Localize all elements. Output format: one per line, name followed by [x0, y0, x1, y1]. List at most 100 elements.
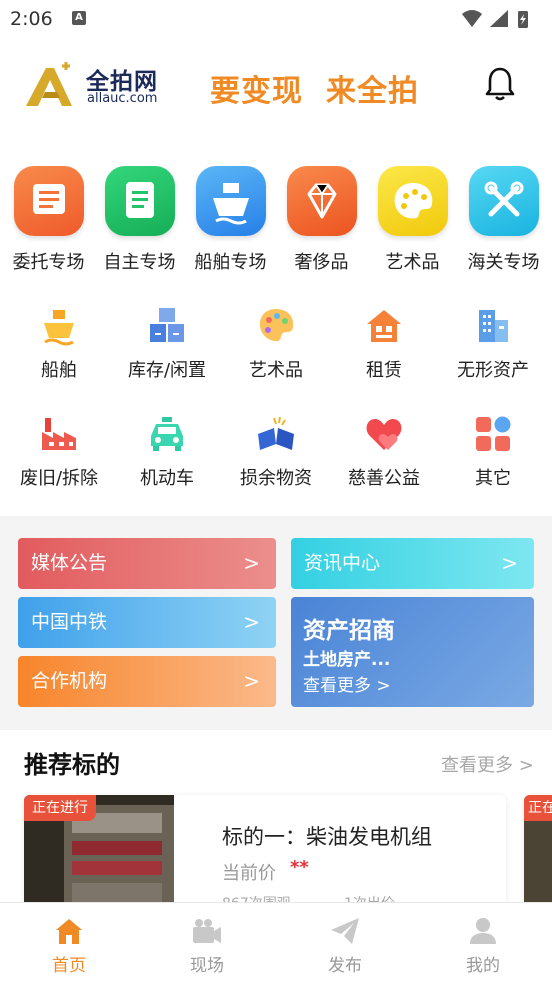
category-customs[interactable]: 海关专场 — [458, 166, 549, 274]
category-label: 机动车 — [140, 468, 194, 489]
button-label: 媒体公告 — [31, 552, 108, 574]
status-bar: 2:06 A — [0, 0, 552, 38]
recommended-item-card[interactable]: 正在进行 标的一：柴油发电机组 当前价 ** 867次围观 1次出价 — [24, 795, 506, 915]
category-luxury[interactable]: 奢侈品 — [276, 166, 367, 274]
status-time: 2:06 — [10, 8, 53, 30]
nav-label: 现场 — [190, 956, 224, 976]
category-label: 自主专场 — [103, 252, 176, 273]
status-indicators-icon — [462, 10, 528, 28]
current-price-label: 当前价 — [222, 863, 276, 884]
category-grid-row-1: 船舶 库存/闲置 艺术品 租赁 无形资产 — [0, 306, 552, 386]
nav-live[interactable]: 现场 — [167, 917, 247, 976]
grid-icon — [473, 414, 513, 454]
recommended-title: 推荐标的 — [24, 751, 120, 779]
category-charity[interactable]: 慈善公益 — [329, 414, 439, 490]
chevron-right-icon: > — [243, 669, 260, 693]
category-art-special[interactable]: 艺术品 — [367, 166, 458, 274]
home-icon — [54, 917, 84, 945]
category-inventory[interactable]: 库存/闲置 — [112, 306, 222, 382]
slogan-part-2: 来全拍 — [326, 74, 419, 109]
status-badge: 正在 — [524, 795, 552, 821]
nav-home[interactable]: 首页 — [29, 917, 109, 976]
video-camera-icon — [192, 917, 222, 945]
house-icon — [364, 306, 404, 346]
asset-card-more-link[interactable]: 查看更多 > — [303, 671, 391, 696]
button-label: 合作机构 — [31, 670, 108, 692]
category-label: 海关专场 — [467, 252, 540, 273]
china-railway-button[interactable]: 中国中铁 > — [18, 597, 276, 648]
bell-icon[interactable] — [484, 66, 516, 102]
item-thumbnail: 正在进行 — [24, 795, 174, 915]
current-price-value: ** — [290, 857, 309, 878]
item-name: 标的一：柴油发电机组 — [222, 825, 432, 849]
car-icon — [147, 414, 187, 454]
notepad-icon — [104, 166, 175, 236]
promo-section: 媒体公告 > 资讯中心 > 中国中铁 > 合作机构 > 资产招商 土地房产...… — [0, 516, 552, 730]
notification-a-icon: A — [72, 11, 86, 25]
category-ships-special[interactable]: 船舶专场 — [185, 166, 276, 274]
ship-icon — [195, 166, 266, 236]
chevron-right-icon: > — [243, 551, 260, 575]
recommended-more-link[interactable]: 查看更多 > — [441, 751, 534, 777]
category-label: 无形资产 — [457, 360, 529, 381]
ship-icon — [39, 306, 79, 346]
category-label: 慈善公益 — [348, 468, 420, 489]
bottom-nav: 首页 现场 发布 我的 — [0, 902, 552, 983]
category-label: 库存/闲置 — [127, 360, 207, 381]
category-label: 船舶 — [41, 360, 77, 381]
category-grid-row-2: 废旧/拆除 机动车 损余物资 慈善公益 其它 — [0, 414, 552, 494]
category-intangible-assets[interactable]: 无形资产 — [438, 306, 548, 382]
category-vehicles[interactable]: 机动车 — [112, 414, 222, 490]
nav-label: 首页 — [52, 956, 86, 976]
partner-institutions-button[interactable]: 合作机构 > — [18, 656, 276, 707]
asset-card-title: 资产招商 — [303, 618, 395, 644]
factory-icon — [39, 414, 79, 454]
button-label: 资讯中心 — [304, 552, 381, 574]
nav-label: 发布 — [328, 956, 362, 976]
chevron-right-icon: > — [518, 755, 534, 776]
chevron-right-icon: > — [243, 610, 260, 634]
palette-icon — [377, 166, 448, 236]
category-label: 奢侈品 — [294, 252, 349, 273]
category-label: 其它 — [475, 468, 511, 489]
media-announcements-button[interactable]: 媒体公告 > — [18, 538, 276, 589]
news-center-button[interactable]: 资讯中心 > — [291, 538, 534, 589]
category-label: 委托专场 — [12, 252, 85, 273]
paper-plane-icon — [330, 917, 360, 945]
header: 全拍网 allauc.com 要变现 来全拍 — [0, 50, 552, 124]
logo-domain: allauc.com — [87, 91, 158, 106]
chevron-right-icon: > — [376, 676, 391, 696]
category-label: 船舶专场 — [194, 252, 267, 273]
nav-label: 我的 — [466, 956, 500, 976]
category-consignment[interactable]: 委托专场 — [3, 166, 94, 274]
category-label: 租赁 — [366, 360, 402, 381]
category-self-run[interactable]: 自主专场 — [94, 166, 185, 274]
category-label: 损余物资 — [240, 468, 312, 489]
tools-icon — [468, 166, 539, 236]
building-icon — [473, 306, 513, 346]
asset-investment-card[interactable]: 资产招商 土地房产... 查看更多 > — [291, 597, 534, 707]
category-ships[interactable]: 船舶 — [4, 306, 114, 382]
chevron-right-icon: > — [501, 551, 518, 575]
status-badge: 正在进行 — [24, 795, 96, 821]
category-others[interactable]: 其它 — [438, 414, 548, 490]
boxes-icon — [147, 306, 187, 346]
category-label: 艺术品 — [249, 360, 303, 381]
allauc-logo-icon — [26, 62, 72, 106]
nav-publish[interactable]: 发布 — [305, 917, 385, 976]
recommended-item-card-partial[interactable]: 正在 — [524, 795, 552, 915]
featured-categories: 委托专场 自主专场 船舶专场 奢侈品 艺术品 海关专场 — [0, 166, 552, 276]
category-art[interactable]: 艺术品 — [221, 306, 331, 382]
asset-card-subtitle: 土地房产... — [303, 650, 391, 670]
slogan-part-1: 要变现 — [210, 74, 303, 109]
category-salvage[interactable]: 损余物资 — [221, 414, 331, 490]
category-label: 艺术品 — [385, 252, 440, 273]
category-lease[interactable]: 租赁 — [329, 306, 439, 382]
heart-icon — [364, 414, 404, 454]
category-label: 废旧/拆除 — [19, 468, 99, 489]
user-icon — [468, 917, 498, 945]
palette-icon — [256, 306, 296, 346]
nav-profile[interactable]: 我的 — [443, 917, 523, 976]
broken-box-icon — [256, 414, 296, 454]
category-scrap[interactable]: 废旧/拆除 — [4, 414, 114, 490]
